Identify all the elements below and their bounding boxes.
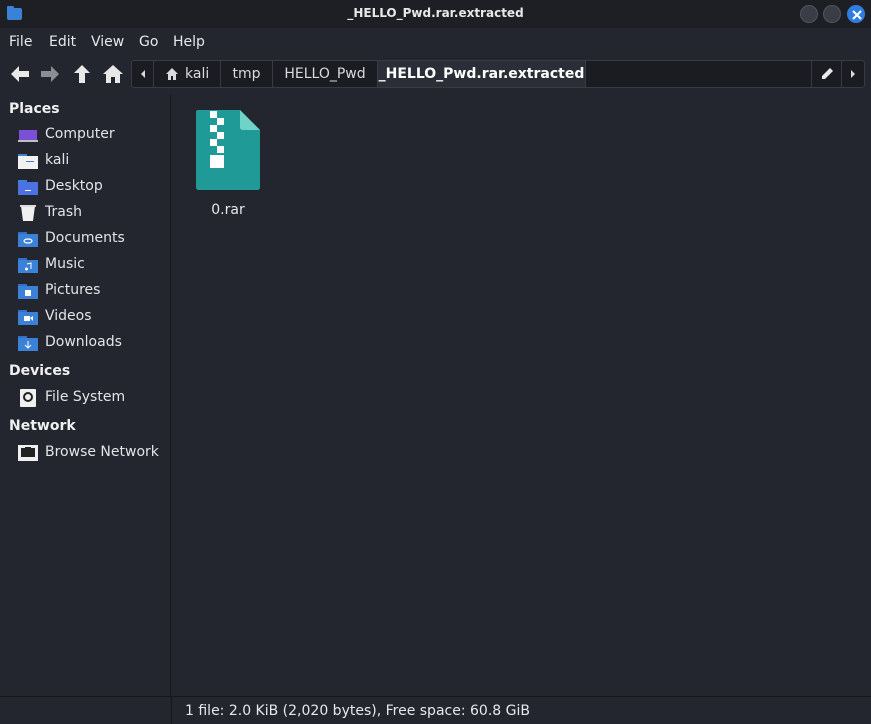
- sidebar-item-label: Videos: [45, 308, 92, 324]
- arrow-right-icon: [41, 66, 59, 82]
- menu-go[interactable]: Go: [139, 34, 158, 50]
- sidebar-item-kali[interactable]: kali: [17, 149, 167, 173]
- close-icon: [852, 10, 862, 20]
- trash-icon: [20, 205, 36, 221]
- sidebar-item-downloads[interactable]: Downloads: [17, 331, 167, 355]
- file-name: 0.rar: [211, 202, 245, 218]
- sidebar-item-pictures[interactable]: Pictures: [17, 279, 167, 303]
- sidebar-item-label: Documents: [45, 230, 125, 246]
- chevron-right-icon: [851, 70, 855, 78]
- network-header: Network: [9, 418, 76, 434]
- sidebar-item-browse-network[interactable]: Browse Network: [17, 441, 167, 465]
- videos-folder-icon: [18, 310, 38, 325]
- breadcrumb-hello-pwd[interactable]: HELLO_Pwd: [273, 61, 378, 87]
- title-bar: _HELLO_Pwd.rar.extracted: [0, 0, 871, 28]
- sidebar-item-label: File System: [45, 389, 126, 405]
- breadcrumb-kali[interactable]: kali: [155, 61, 221, 87]
- sidebar-item-label: Desktop: [45, 178, 103, 194]
- back-button[interactable]: [8, 63, 32, 85]
- edit-path-button[interactable]: [811, 61, 841, 87]
- home-icon: [103, 65, 123, 83]
- downloads-folder-icon: [18, 336, 38, 351]
- drive-icon: [20, 389, 36, 407]
- pictures-folder-icon: [18, 284, 38, 299]
- window-title: _HELLO_Pwd.rar.extracted: [347, 6, 524, 20]
- computer-icon: [18, 130, 38, 142]
- breadcrumb-current[interactable]: _HELLO_Pwd.rar.extracted: [378, 61, 586, 87]
- path-bar: kali tmp HELLO_Pwd _HELLO_Pwd.rar.extrac…: [131, 60, 865, 88]
- menu-help[interactable]: Help: [173, 34, 205, 50]
- sidebar-item-label: Pictures: [45, 282, 101, 298]
- sidebar-item-label: kali: [45, 152, 70, 168]
- status-bar: 1 file: 2.0 KiB (2,020 bytes), Free spac…: [172, 696, 871, 724]
- path-scroll-left[interactable]: [132, 61, 154, 87]
- home-icon: [166, 68, 178, 80]
- sidebar-item-label: Downloads: [45, 334, 122, 350]
- sidebar-item-trash[interactable]: Trash: [17, 201, 167, 225]
- menu-view[interactable]: View: [91, 34, 124, 50]
- sidebar-item-desktop[interactable]: Desktop: [17, 175, 167, 199]
- sidebar-item-computer[interactable]: Computer: [17, 123, 167, 147]
- sidebar-item-label: Computer: [45, 126, 115, 142]
- arrow-left-icon: [11, 66, 29, 82]
- maximize-button[interactable]: [823, 5, 841, 23]
- menu-file[interactable]: File: [9, 34, 32, 50]
- menu-edit[interactable]: Edit: [49, 34, 76, 50]
- network-icon: [18, 445, 38, 461]
- path-scroll-right[interactable]: [841, 61, 863, 87]
- forward-button[interactable]: [38, 63, 62, 85]
- status-text: 1 file: 2.0 KiB (2,020 bytes), Free spac…: [185, 703, 530, 719]
- menu-bar: File Edit View Go Help: [0, 28, 871, 56]
- breadcrumb-tmp[interactable]: tmp: [221, 61, 273, 87]
- breadcrumb-label: kali: [185, 66, 210, 82]
- sidebar-item-videos[interactable]: Videos: [17, 305, 167, 329]
- close-button[interactable]: [847, 5, 865, 23]
- file-view: 0.rar: [172, 95, 871, 696]
- documents-folder-icon: [18, 232, 38, 247]
- home-button[interactable]: [101, 63, 125, 85]
- sidebar-footer: [0, 696, 172, 724]
- sidebar: Places Computer kali Desktop Trash Docum…: [0, 95, 171, 696]
- sidebar-item-documents[interactable]: Documents: [17, 227, 167, 251]
- sidebar-item-label: Browse Network: [45, 444, 159, 460]
- sidebar-item-label: Trash: [45, 204, 82, 220]
- minimize-button[interactable]: [800, 5, 818, 23]
- sidebar-item-label: Music: [45, 256, 85, 272]
- file-item-0-rar[interactable]: 0.rar: [188, 107, 268, 219]
- places-header: Places: [9, 101, 60, 117]
- archive-file-icon: [196, 110, 260, 190]
- devices-header: Devices: [9, 363, 71, 379]
- desktop-icon: [18, 180, 38, 195]
- music-folder-icon: [18, 258, 38, 273]
- pencil-icon: [822, 68, 833, 79]
- chevron-left-icon: [141, 70, 145, 78]
- sidebar-item-file-system[interactable]: File System: [17, 386, 167, 410]
- sidebar-item-music[interactable]: Music: [17, 253, 167, 277]
- arrow-up-icon: [74, 65, 90, 83]
- up-button[interactable]: [70, 63, 94, 85]
- home-folder-icon: [18, 154, 38, 169]
